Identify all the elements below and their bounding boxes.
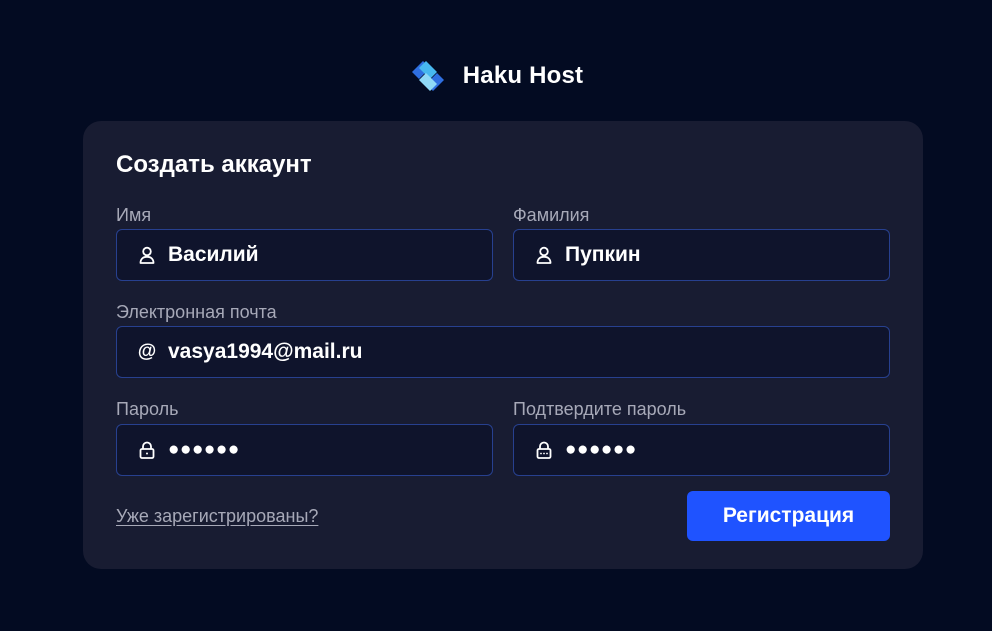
lock-dots-icon <box>534 440 554 460</box>
registration-card: Создать аккаунт Имя Василий Фамилия Пупк… <box>83 121 923 569</box>
registration-page: Haku Host Создать аккаунт Имя Василий Фа… <box>0 0 992 631</box>
password-value: ●●●●●● <box>168 439 240 460</box>
email-label: Электронная почта <box>116 302 277 322</box>
first-name-label: Имя <box>116 205 152 225</box>
email-value: vasya1994@mail.ru <box>168 340 363 363</box>
already-registered-link[interactable]: Уже зарегистрированы? <box>116 506 318 527</box>
last-name-value: Пупкин <box>565 243 641 266</box>
last-name-field[interactable]: Пупкин <box>513 229 890 281</box>
first-name-field[interactable]: Василий <box>116 229 493 281</box>
user-icon <box>137 245 157 265</box>
form-title: Создать аккаунт <box>116 151 312 178</box>
first-name-value: Василий <box>168 243 259 266</box>
last-name-label: Фамилия <box>513 205 590 225</box>
brand-name: Haku Host <box>462 62 584 89</box>
at-icon: @ <box>137 341 157 362</box>
confirm-password-label: Подтвердите пароль <box>513 399 687 419</box>
haku-host-logo-icon <box>411 61 444 91</box>
password-label: Пароль <box>116 399 179 419</box>
password-field[interactable]: ●●●●●● <box>116 424 493 476</box>
confirm-password-value: ●●●●●● <box>565 439 637 460</box>
lock-icon <box>137 440 157 460</box>
brand-header: Haku Host <box>0 56 992 96</box>
register-button[interactable]: Регистрация <box>687 491 890 541</box>
confirm-password-field[interactable]: ●●●●●● <box>513 424 890 476</box>
user-icon <box>534 245 554 265</box>
email-field[interactable]: @ vasya1994@mail.ru <box>116 326 890 378</box>
